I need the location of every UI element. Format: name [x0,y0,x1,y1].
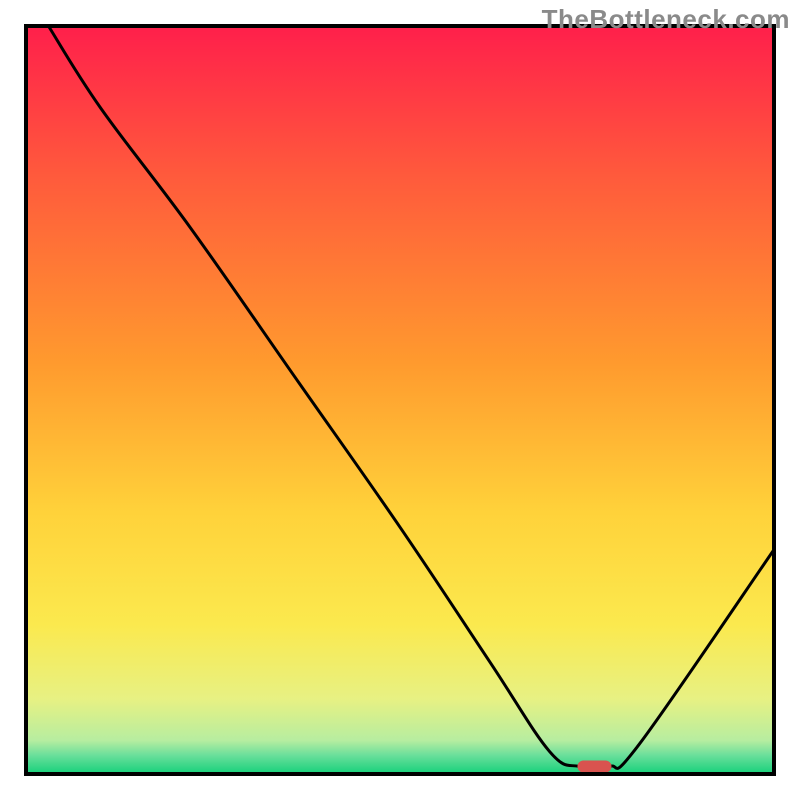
watermark-text: TheBottleneck.com [542,4,790,35]
plot-background [26,26,774,774]
chart-container: TheBottleneck.com [0,0,800,800]
bottleneck-chart [0,0,800,800]
optimal-marker [577,761,611,773]
